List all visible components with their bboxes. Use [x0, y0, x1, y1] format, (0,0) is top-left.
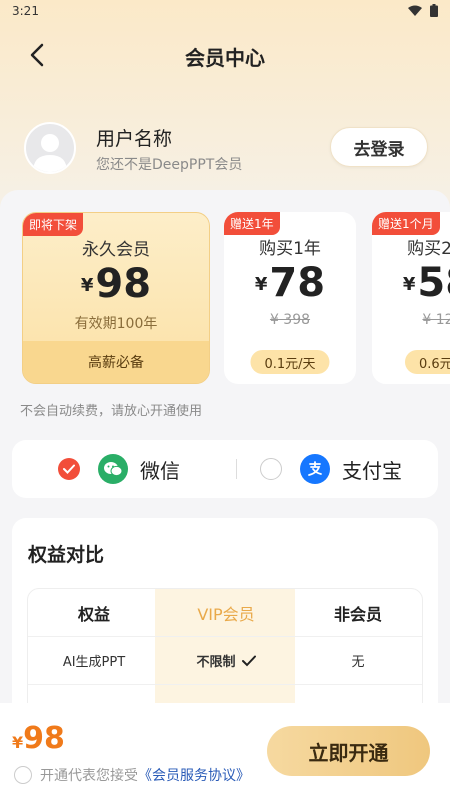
user-name: 用户名称: [96, 128, 173, 150]
avatar: [24, 122, 76, 174]
agree-checkbox[interactable]: [14, 766, 32, 784]
pay-option-alipay[interactable]: 支付宝: [260, 440, 402, 498]
plan-original-price: ¥ 12: [422, 312, 450, 328]
plan-badge: 即将下架: [23, 213, 84, 236]
plan-price: ¥58: [402, 260, 450, 306]
section-title: 权益对比: [28, 544, 105, 566]
header-benefit: 权益: [77, 604, 110, 624]
agree-text: 开通代表您接受: [40, 768, 138, 784]
plan-price: ¥98: [80, 261, 152, 307]
plan-title: 购买2个: [407, 239, 450, 259]
plan-card-lifetime[interactable]: 即将下架 永久会员 ¥98 有效期100年 高薪必备: [22, 212, 210, 384]
plan-card-1year[interactable]: 赠送1年 购买1年 ¥78 ¥ 398 0.1元/天: [224, 212, 356, 384]
plan-list: 即将下架 永久会员 ¥98 有效期100年 高薪必备 赠送1年 购买1年 ¥78…: [22, 212, 450, 384]
page-title: 会员中心: [185, 46, 265, 70]
payment-methods: 微信 支付宝: [12, 440, 438, 498]
plan-per-day: 0.1元/天: [250, 350, 330, 374]
auto-renew-note: 不会自动续费，请放心开通使用: [20, 404, 203, 419]
header-vip: VIP会员: [197, 604, 255, 624]
plan-price: ¥78: [254, 260, 326, 306]
divider: [236, 459, 237, 479]
plan-badge: 赠送1年: [224, 212, 280, 235]
nav-bar: 会员中心: [0, 30, 450, 80]
bottom-bar: ¥98 开通代表您接受 《会员服务协议》 立即开通: [0, 703, 450, 800]
wifi-icon: [408, 5, 422, 16]
user-icon: [33, 134, 67, 172]
pay-option-wechat[interactable]: 微信: [58, 440, 180, 498]
status-time: 3:21: [12, 4, 39, 18]
vip-value: 不限制: [160, 637, 292, 684]
battery-icon: [430, 4, 438, 17]
plan-badge: 赠送1个月: [372, 212, 440, 235]
status-bar: 3:21: [0, 0, 450, 22]
benefit-name: AI生成PPT: [62, 655, 126, 670]
plan-card-2year[interactable]: 赠送1个月 购买2个 ¥58 ¥ 12 0.6元/: [372, 212, 450, 384]
total-price: ¥98: [12, 721, 65, 756]
membership-status: 您还不是DeepPPT会员: [96, 157, 243, 173]
plan-original-price: ¥ 398: [269, 312, 311, 328]
pay-label: 支付宝: [342, 458, 402, 483]
pay-label: 微信: [140, 458, 180, 483]
table-row: AI生成PPT 不限制 无: [28, 637, 422, 685]
wechat-icon: [98, 454, 128, 484]
login-button[interactable]: 去登录: [330, 127, 428, 167]
user-info: 用户名称 您还不是DeepPPT会员 去登录: [24, 118, 434, 178]
radio-unchecked[interactable]: [260, 458, 282, 480]
subscribe-button[interactable]: 立即开通: [267, 726, 430, 776]
non-member-value: 无: [351, 655, 365, 670]
check-icon: [241, 655, 256, 666]
header-non-member: 非会员: [333, 604, 382, 624]
table-header: 权益 VIP会员 非会员: [28, 589, 422, 637]
service-agreement-link[interactable]: 《会员服务协议》: [138, 765, 250, 785]
plan-title: 购买1年: [259, 239, 321, 259]
check-icon: [63, 464, 75, 474]
plan-footer: 高薪必备: [23, 341, 209, 383]
radio-checked[interactable]: [58, 458, 80, 480]
alipay-icon: [300, 454, 330, 484]
plan-title: 永久会员: [82, 240, 150, 260]
plan-validity: 有效期100年: [74, 316, 158, 332]
plan-per-day: 0.6元/: [404, 350, 450, 374]
agreement: 开通代表您接受 《会员服务协议》: [14, 765, 250, 785]
